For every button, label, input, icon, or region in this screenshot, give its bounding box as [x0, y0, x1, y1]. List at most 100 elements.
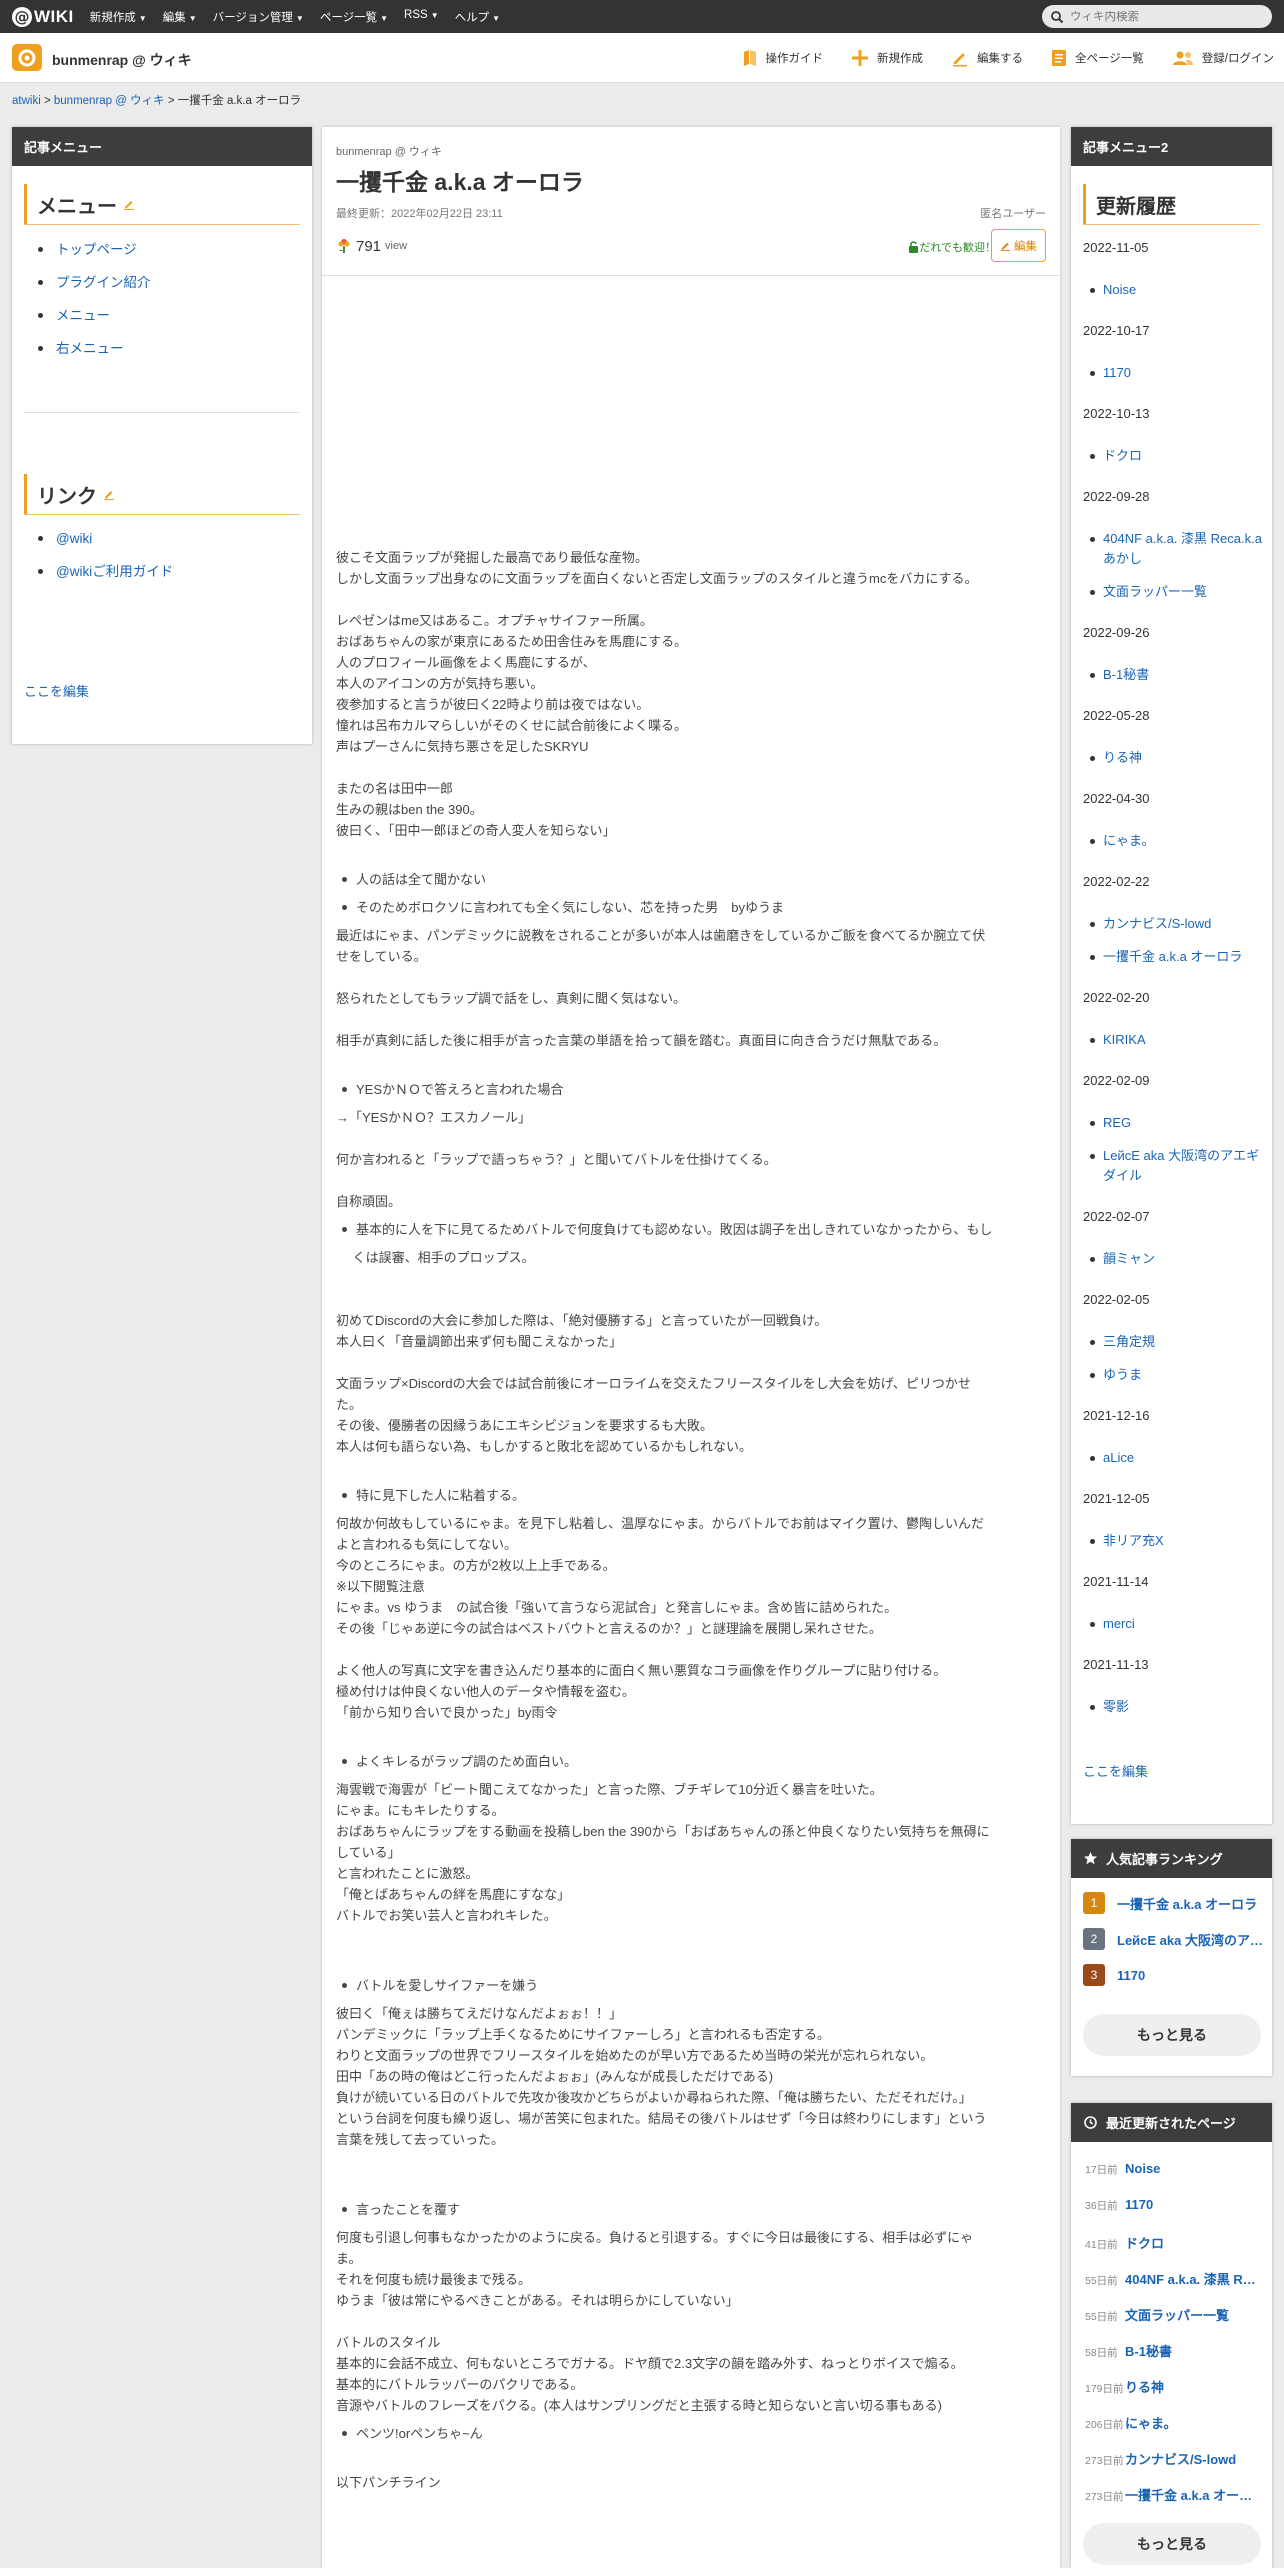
history-item-label: りる神: [1103, 750, 1143, 765]
history-item[interactable]: 三角定規: [1090, 1332, 1263, 1352]
menu-item-top[interactable]: トップページ: [36, 233, 151, 266]
recent-item[interactable]: 206日前 にゃま。: [1085, 2413, 1261, 2432]
menu-item-menu[interactable]: メニュー: [36, 299, 151, 332]
menu-item-right-menu[interactable]: 右メニュー: [36, 332, 151, 365]
all-pages-button[interactable]: 全ページ一覧: [1051, 49, 1144, 67]
history-item[interactable]: REG: [1090, 1113, 1263, 1133]
view-label: view: [385, 240, 408, 252]
history-item[interactable]: 韻ミャン: [1090, 1249, 1263, 1269]
recent-item[interactable]: 273日前 一攫千金 a.k.a オーロラ: [1085, 2485, 1261, 2504]
top-nav-item-new[interactable]: 新規作成 ▼: [90, 9, 147, 25]
recent-item[interactable]: 273日前 カンナビス/S-lowd: [1085, 2449, 1261, 2468]
bullet-dot: [1090, 1038, 1095, 1043]
bullet-dot: [1090, 537, 1095, 542]
recent-item[interactable]: 179日前 りる神: [1085, 2377, 1261, 2396]
top-nav-item-help[interactable]: ヘルプ ▼: [455, 9, 500, 25]
history-item[interactable]: ゆうま: [1090, 1365, 1263, 1385]
article-line: またの名は田中一郎: [336, 781, 454, 796]
article-line: している」: [336, 1845, 401, 1860]
bullet-dot: [1090, 1456, 1095, 1461]
book-icon: [743, 50, 756, 66]
history-item-label: 非リア充X: [1103, 1533, 1164, 1548]
history-item-label: ドクロ: [1103, 448, 1143, 463]
login-button[interactable]: 登録/ログイン: [1172, 50, 1274, 66]
menu-list: トップページ プラグイン紹介 メニュー 右メニュー: [36, 233, 151, 365]
history-item[interactable]: 零影: [1090, 1697, 1263, 1717]
guide-button[interactable]: 操作ガイド: [742, 49, 823, 67]
breadcrumb-root[interactable]: atwiki: [12, 95, 41, 107]
article-line: 文面ラップ×Discordの大会では試合前後にオーロライムを交えたフリースタイル…: [336, 1376, 971, 1391]
article-edit-button[interactable]: 編集: [991, 229, 1046, 262]
history-item[interactable]: LeйcE aka 大阪湾のアエギダイル: [1090, 1146, 1263, 1186]
recent-item[interactable]: 55日前 404NF a.k.a. 漆黒 Reca.k.aあかし: [1085, 2269, 1261, 2288]
star-icon: [1083, 1851, 1098, 1866]
bullet-dot: [1090, 371, 1095, 376]
history-item-label: 零影: [1103, 1699, 1130, 1714]
left-sidebar-edit-link[interactable]: ここを編集: [24, 681, 89, 700]
history-item[interactable]: 一攫千金 a.k.a オーロラ: [1090, 947, 1263, 967]
history-item[interactable]: 文面ラッパー一覧: [1090, 582, 1263, 602]
ranking-item[interactable]: 3 1170: [1083, 1964, 1263, 1986]
top-nav-item-pages[interactable]: ページ一覧 ▼: [320, 9, 388, 25]
article-line: 言葉を残して去っていった。: [336, 2132, 504, 2147]
pencil-icon[interactable]: [103, 488, 115, 500]
article-line: パンデミックに「ラップ上手くなるためにサイファーしろ」と言われるも否定する。: [336, 2027, 831, 2042]
history-item-label: merci: [1103, 1616, 1135, 1631]
wiki-search: [1042, 5, 1272, 28]
recent-item[interactable]: 36日前 1170: [1085, 2197, 1261, 2213]
history-item[interactable]: 1170: [1090, 363, 1263, 383]
breadcrumb-site[interactable]: bunmenrap @ ウィキ: [54, 95, 165, 107]
history-item[interactable]: Noise: [1090, 280, 1263, 300]
history-item[interactable]: 404NF a.k.a. 漆黒 Reca.k.aあかし: [1090, 529, 1263, 569]
bullet-dot: [1090, 288, 1095, 293]
history-item[interactable]: ドクロ: [1090, 446, 1263, 466]
link-item-atwiki[interactable]: @wiki: [36, 522, 173, 555]
article-line: 音源やバトルのフレーズをパクる。(本人はサンプリングだと主張する時と知らないと言…: [336, 2398, 943, 2413]
search-icon[interactable]: [1050, 10, 1064, 24]
top-nav-item-edit[interactable]: 編集 ▼: [163, 9, 197, 25]
top-nav-item-rss[interactable]: RSS ▼: [404, 9, 439, 25]
recent-item[interactable]: 55日前 文面ラッパー一覧: [1085, 2305, 1261, 2324]
recent-item[interactable]: 41日前 ドクロ: [1085, 2233, 1261, 2252]
ranking-more-button[interactable]: もっと見る: [1083, 2014, 1261, 2056]
article-line: バトルのスタイル: [336, 2335, 441, 2350]
recent-ago: 206日前: [1085, 2419, 1124, 2431]
section-divider: [24, 224, 300, 225]
history-item[interactable]: にゃま。: [1090, 831, 1263, 851]
recent-item[interactable]: 17日前 Noise: [1085, 2161, 1261, 2177]
article-bullet: バトルを愛しサイファーを嫌う: [336, 1975, 1046, 1996]
article-line: 田中「あの時の俺はどこ行ったんだよぉぉ」(みんなが成長しただけである): [336, 2069, 774, 2084]
atwiki-logo[interactable]: @ WIKI: [12, 0, 74, 33]
menu-item-plugins[interactable]: プラグイン紹介: [36, 266, 151, 299]
article-line: その後「じゃあ逆に今の試合はベストバウトと言えるのか？」と謎理論を展開し呆れさせ…: [336, 1621, 882, 1636]
history-item[interactable]: merci: [1090, 1614, 1263, 1634]
link-item-guide[interactable]: @wikiご利用ガイド: [36, 555, 173, 588]
recent-more-button[interactable]: もっと見る: [1083, 2523, 1261, 2565]
history-item[interactable]: カンナビス/S-lowd: [1090, 914, 1263, 934]
recent-item[interactable]: 58日前 B-1秘書: [1085, 2341, 1261, 2360]
history-item[interactable]: aLice: [1090, 1448, 1263, 1468]
history-item[interactable]: りる神: [1090, 748, 1263, 768]
site-logo-icon[interactable]: [12, 44, 42, 71]
site-title[interactable]: bunmenrap @ ウィキ: [52, 50, 192, 70]
history-item[interactable]: 非リア充X: [1090, 1531, 1263, 1551]
history-item[interactable]: KIRIKA: [1090, 1030, 1263, 1050]
right-sidebar-edit-link[interactable]: ここを編集: [1083, 1761, 1148, 1780]
history-item[interactable]: B-1秘書: [1090, 665, 1263, 685]
edit-page-button[interactable]: 編集する: [951, 49, 1023, 67]
new-page-button[interactable]: 新規作成: [851, 49, 923, 67]
article-line: 海雲戦で海雲が「ビート聞こえてなかった」と言った際、ブチギレて10分近く暴言を吐…: [336, 1782, 883, 1797]
ranking-item[interactable]: 2 LeйcE aka 大阪湾のアエギダイル: [1083, 1928, 1263, 1950]
wiki-search-input[interactable]: [1070, 10, 1260, 23]
author: 匿名ユーザー: [980, 208, 1046, 220]
recent-name: 文面ラッパー一覧: [1125, 2308, 1230, 2323]
bullet-dot: [1090, 673, 1095, 678]
recent-name: りる神: [1125, 2380, 1165, 2395]
ranking-item[interactable]: 1 一攫千金 a.k.a オーロラ: [1083, 1892, 1263, 1914]
top-nav-item-version[interactable]: バージョン管理 ▼: [213, 9, 304, 25]
pencil-icon[interactable]: [123, 198, 135, 210]
